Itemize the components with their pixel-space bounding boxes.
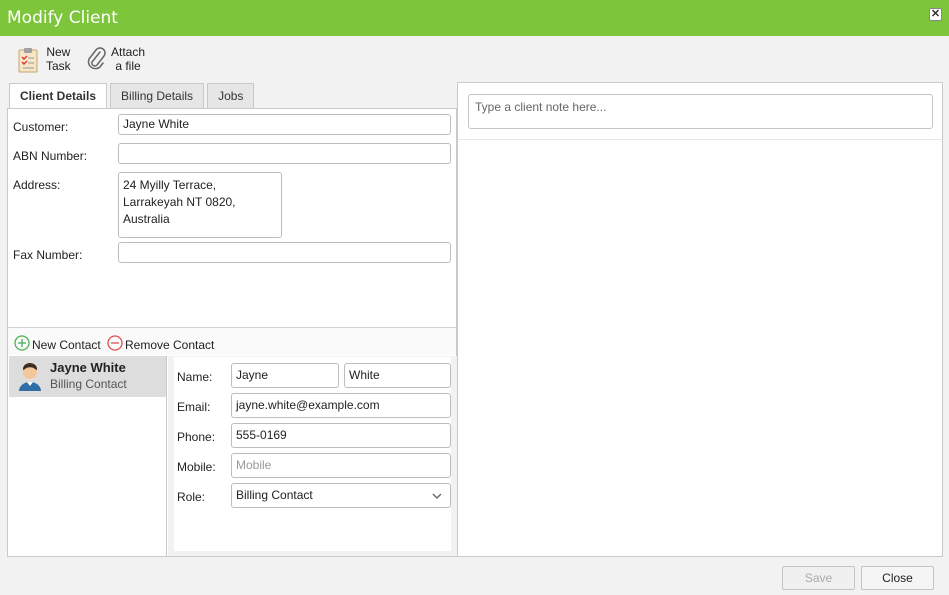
close-icon[interactable]: ✕	[929, 8, 942, 21]
role-select[interactable]: Billing Contact	[231, 483, 451, 508]
contact-detail-panel: Name: Jayne White Email: jayne.white@exa…	[168, 356, 457, 556]
toolbar: New Task Attach a file	[0, 36, 949, 82]
close-button[interactable]: Close	[861, 566, 934, 590]
role-value: Billing Contact	[236, 488, 313, 502]
contact-name: Jayne White	[50, 360, 126, 375]
contact-list-item[interactable]: Jayne White Billing Contact	[9, 356, 166, 397]
phone-field[interactable]: 555-0169	[231, 423, 451, 448]
address-textarea[interactable]: 24 Myilly Terrace, Larrakeyah NT 0820, A…	[118, 172, 282, 238]
mobile-field[interactable]: Mobile	[231, 453, 451, 478]
tab-billing-details[interactable]: Billing Details	[110, 83, 205, 108]
attach-file-label: Attach a file	[111, 45, 146, 73]
new-contact-label: New Contact	[32, 337, 101, 352]
fax-input[interactable]	[118, 242, 451, 263]
name-label: Name:	[177, 370, 213, 384]
remove-circle-icon	[107, 335, 123, 354]
new-task-label: New Task	[46, 45, 71, 73]
contact-role: Billing Contact	[50, 377, 127, 391]
last-name-input[interactable]: White	[344, 363, 451, 388]
task-clipboard-icon	[16, 46, 40, 77]
save-button[interactable]: Save	[782, 566, 855, 590]
window-title: Modify Client	[7, 8, 118, 28]
customer-input[interactable]: Jayne White	[118, 114, 451, 135]
email-label: Email:	[177, 400, 211, 414]
person-avatar-icon	[17, 361, 43, 394]
tab-jobs[interactable]: Jobs	[207, 83, 255, 108]
abn-label: ABN Number:	[13, 149, 88, 163]
attach-file-button[interactable]: Attach a file	[85, 45, 145, 77]
client-note-input[interactable]: Type a client note here...	[468, 94, 933, 129]
tab-bar: Client Details Billing Details Jobs	[9, 83, 257, 109]
contact-list: Jayne White Billing Contact	[9, 356, 167, 556]
fax-label: Fax Number:	[13, 248, 83, 262]
mobile-label: Mobile:	[177, 460, 216, 474]
client-details-panel: Customer: Jayne White ABN Number: Addres…	[7, 108, 457, 557]
contact-form: Name: Jayne White Email: jayne.white@exa…	[174, 357, 451, 551]
email-field[interactable]: jayne.white@example.com	[231, 393, 451, 418]
notes-divider	[458, 139, 942, 140]
abn-input[interactable]	[118, 143, 451, 164]
first-name-input[interactable]: Jayne	[231, 363, 339, 388]
customer-label: Customer:	[13, 120, 69, 134]
remove-contact-button[interactable]: Remove Contact	[107, 335, 214, 354]
new-task-button[interactable]: New Task	[16, 45, 71, 77]
new-contact-button[interactable]: New Contact	[14, 335, 101, 354]
chevron-down-icon	[430, 488, 444, 511]
window-titlebar: Modify Client ✕	[0, 0, 949, 36]
phone-label: Phone:	[177, 430, 216, 444]
remove-contact-label: Remove Contact	[125, 337, 215, 352]
contacts-toolbar: New Contact Remove Contact	[8, 327, 456, 355]
notes-panel: Type a client note here...	[457, 82, 943, 557]
address-label: Address:	[13, 178, 61, 192]
tab-client-details[interactable]: Client Details	[9, 83, 108, 109]
add-circle-icon	[14, 335, 30, 354]
paperclip-icon	[85, 46, 107, 75]
role-label: Role:	[177, 490, 206, 504]
